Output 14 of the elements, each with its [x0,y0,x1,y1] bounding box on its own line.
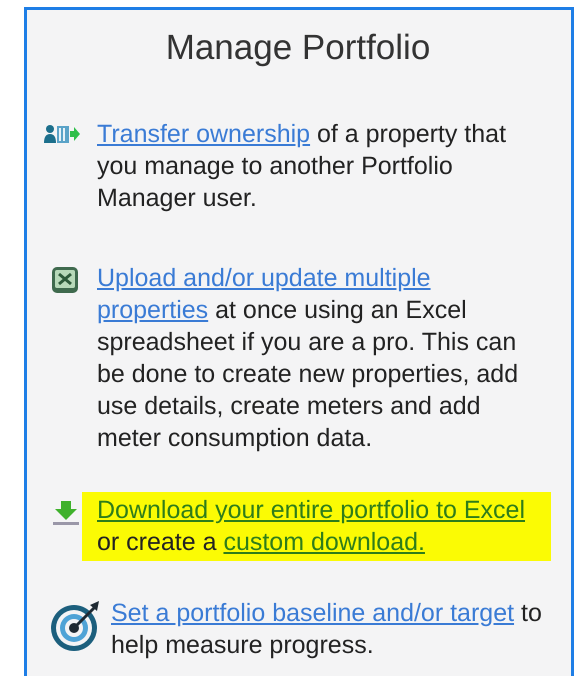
description-text: Download your entire portfolio to Excel or create a custom download. [82,492,551,561]
people-building-arrow-icon [44,124,80,144]
text-link[interactable]: Transfer ownership [97,120,310,148]
text-link[interactable]: Download your entire portfolio to Excel [97,496,526,524]
panel-title: Manage Portfolio [164,27,432,68]
text-link[interactable]: properties [97,296,208,324]
text-link[interactable]: custom download. [223,528,425,556]
description-text: Transfer ownership of a property that you manage to another Portfolio Manager user. [97,119,508,214]
download-icon [52,500,80,526]
text-link[interactable]: Set a portfolio baseline and/or target [111,599,514,627]
description-text: Upload and/or update multiple properties at once using an Excel spreadsheet if you are a pro. This can be done to create new properties, add use details, create meters and add meter consumption data. [97,263,520,454]
spreadsheet-icon [51,266,79,294]
text-link[interactable]: Upload and/or update multiple [97,264,431,292]
description-text: Set a portfolio baseline and/or target to help measure progress. [111,598,543,661]
